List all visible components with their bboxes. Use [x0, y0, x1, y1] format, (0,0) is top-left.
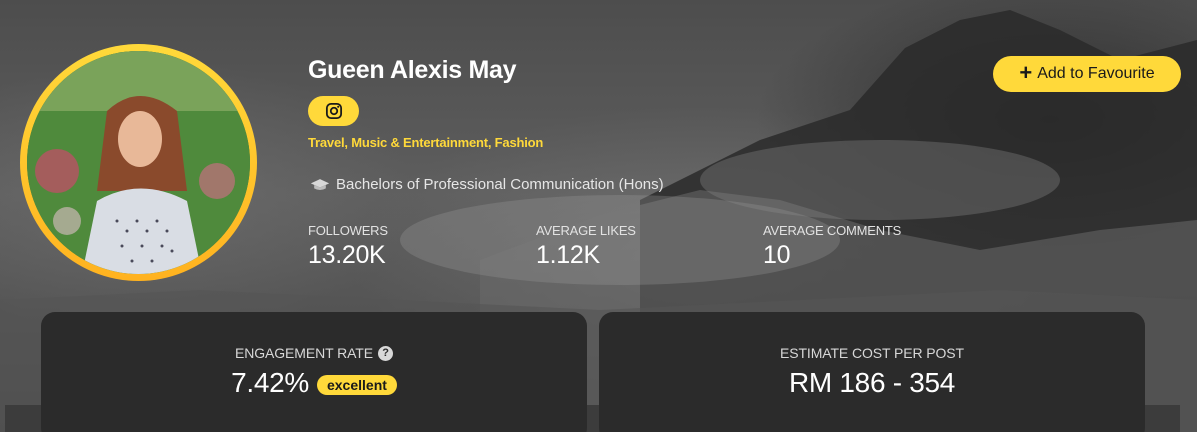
engagement-rating-badge: excellent	[316, 375, 397, 395]
estimate-cost-value: RM 186 - 354	[788, 367, 956, 398]
engagement-rate-value: 7.42%	[231, 367, 309, 398]
graduation-cap-icon	[310, 178, 330, 190]
engagement-rate-value-row: 7.42% excellent	[41, 367, 587, 399]
engagement-rate-label: ENGAGEMENT RATE	[234, 345, 373, 361]
add-to-favourite-button[interactable]: + Add to Favourite	[993, 56, 1181, 92]
stat-label: AVERAGE COMMENTS	[763, 223, 902, 238]
avatar-photo	[27, 51, 250, 274]
engagement-rate-label-row: ENGAGEMENT RATE ?	[41, 345, 587, 361]
question-circle-icon[interactable]: ?	[378, 345, 393, 361]
stat-average-comments: AVERAGE COMMENTS 10	[763, 223, 901, 270]
stat-value: 10	[763, 241, 791, 269]
estimate-cost-label: ESTIMATE COST PER POST	[780, 345, 964, 361]
education-text: Bachelors of Professional Communication …	[336, 176, 664, 193]
avatar[interactable]	[27, 51, 250, 274]
stat-value: 13.20K	[308, 241, 386, 269]
instagram-icon	[325, 102, 342, 120]
stat-label: FOLLOWERS	[308, 223, 388, 238]
stat-value: 1.12K	[536, 241, 600, 269]
estimate-cost-value-row: RM 186 - 354	[599, 367, 1145, 399]
stat-average-likes: AVERAGE LIKES 1.12K	[536, 223, 636, 270]
estimate-cost-card: ESTIMATE COST PER POST RM 186 - 354	[599, 312, 1145, 432]
engagement-rate-card: ENGAGEMENT RATE ? 7.42% excellent	[41, 312, 587, 432]
influencer-name: Gueen Alexis May	[308, 56, 517, 84]
add-to-favourite-label: Add to Favourite	[1037, 65, 1155, 82]
avatar-ring	[20, 44, 257, 281]
education-line: Bachelors of Professional Communication …	[310, 176, 664, 193]
stat-label: AVERAGE LIKES	[536, 223, 636, 238]
plus-icon: +	[1019, 60, 1033, 85]
categories-text: Travel, Music & Entertainment, Fashion	[308, 135, 544, 150]
instagram-link[interactable]	[308, 96, 359, 126]
stat-followers: FOLLOWERS 13.20K	[308, 223, 388, 270]
